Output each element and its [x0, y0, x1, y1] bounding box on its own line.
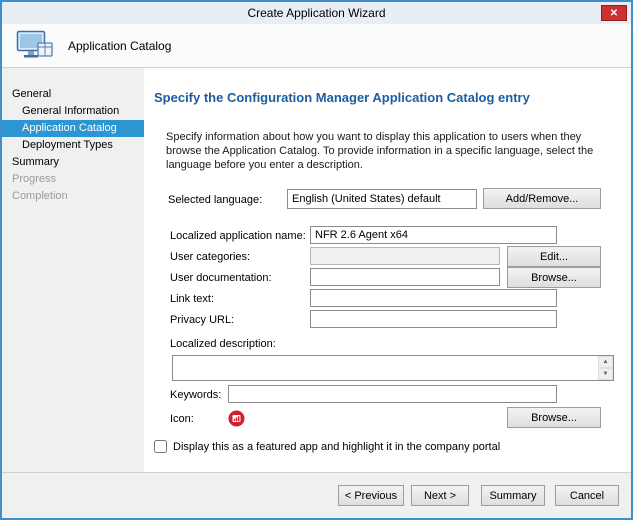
- application-default-icon: [228, 410, 245, 427]
- cancel-button[interactable]: Cancel: [555, 485, 619, 506]
- description-scrollbar[interactable]: ▲ ▼: [598, 356, 613, 380]
- wizard-footer: < Previous Next > Summary Cancel: [2, 472, 631, 518]
- user-documentation-input[interactable]: [310, 268, 500, 286]
- localized-application-name-input[interactable]: [310, 226, 557, 244]
- scroll-down-icon[interactable]: ▼: [598, 368, 613, 380]
- user-documentation-label: User documentation:: [170, 272, 272, 284]
- previous-button[interactable]: < Previous: [338, 485, 404, 506]
- wizard-sidebar: General General Information Application …: [2, 68, 144, 472]
- close-button[interactable]: ✕: [601, 5, 627, 21]
- close-icon: ✕: [610, 8, 618, 19]
- browse-icon-button[interactable]: Browse...: [507, 407, 601, 428]
- main-panel: Specify the Configuration Manager Applic…: [144, 68, 631, 472]
- page-description: Specify information about how you want t…: [166, 130, 614, 172]
- summary-button[interactable]: Summary: [481, 485, 545, 506]
- selected-language-label: Selected language:: [168, 194, 262, 206]
- keywords-input[interactable]: [228, 385, 557, 403]
- create-application-wizard-window: Create Application Wizard ✕ Application …: [0, 0, 633, 520]
- user-categories-input: [310, 247, 500, 265]
- featured-app-checkbox-row: Display this as a featured app and highl…: [154, 440, 500, 453]
- selected-language-input[interactable]: [287, 189, 477, 209]
- featured-app-checkbox-label: Display this as a featured app and highl…: [173, 441, 500, 453]
- browse-documentation-button[interactable]: Browse...: [507, 267, 601, 288]
- privacy-url-label: Privacy URL:: [170, 314, 234, 326]
- edit-categories-button[interactable]: Edit...: [507, 246, 601, 267]
- sidebar-item-summary[interactable]: Summary: [2, 154, 144, 171]
- add-remove-button[interactable]: Add/Remove...: [483, 188, 601, 209]
- link-text-input[interactable]: [310, 289, 557, 307]
- next-button[interactable]: Next >: [411, 485, 469, 506]
- icon-label: Icon:: [170, 413, 194, 425]
- link-text-label: Link text:: [170, 293, 214, 305]
- keywords-label: Keywords:: [170, 389, 221, 401]
- privacy-url-input[interactable]: [310, 310, 557, 328]
- sidebar-item-completion: Completion: [2, 188, 144, 205]
- sidebar-item-deployment-types[interactable]: Deployment Types: [2, 137, 144, 154]
- title-bar: Create Application Wizard ✕: [2, 2, 631, 24]
- scroll-up-icon[interactable]: ▲: [598, 356, 613, 368]
- wizard-header: Application Catalog: [2, 24, 631, 68]
- page-title: Specify the Configuration Manager Applic…: [154, 90, 530, 105]
- app-name-label: Localized application name:: [170, 230, 306, 242]
- localized-description-textarea[interactable]: ▲ ▼: [172, 355, 614, 381]
- header-title: Application Catalog: [68, 39, 171, 53]
- localized-description-value: [173, 359, 181, 373]
- featured-app-checkbox[interactable]: [154, 440, 167, 453]
- sidebar-item-general[interactable]: General: [2, 86, 144, 103]
- sidebar-item-application-catalog[interactable]: Application Catalog: [2, 120, 144, 137]
- sidebar-item-general-information[interactable]: General Information: [2, 103, 144, 120]
- window-title: Create Application Wizard: [247, 6, 385, 20]
- localized-description-label: Localized description:: [170, 338, 276, 350]
- wizard-body: General General Information Application …: [2, 68, 631, 472]
- user-categories-label: User categories:: [170, 251, 250, 263]
- application-catalog-icon: [16, 30, 56, 62]
- sidebar-item-progress: Progress: [2, 171, 144, 188]
